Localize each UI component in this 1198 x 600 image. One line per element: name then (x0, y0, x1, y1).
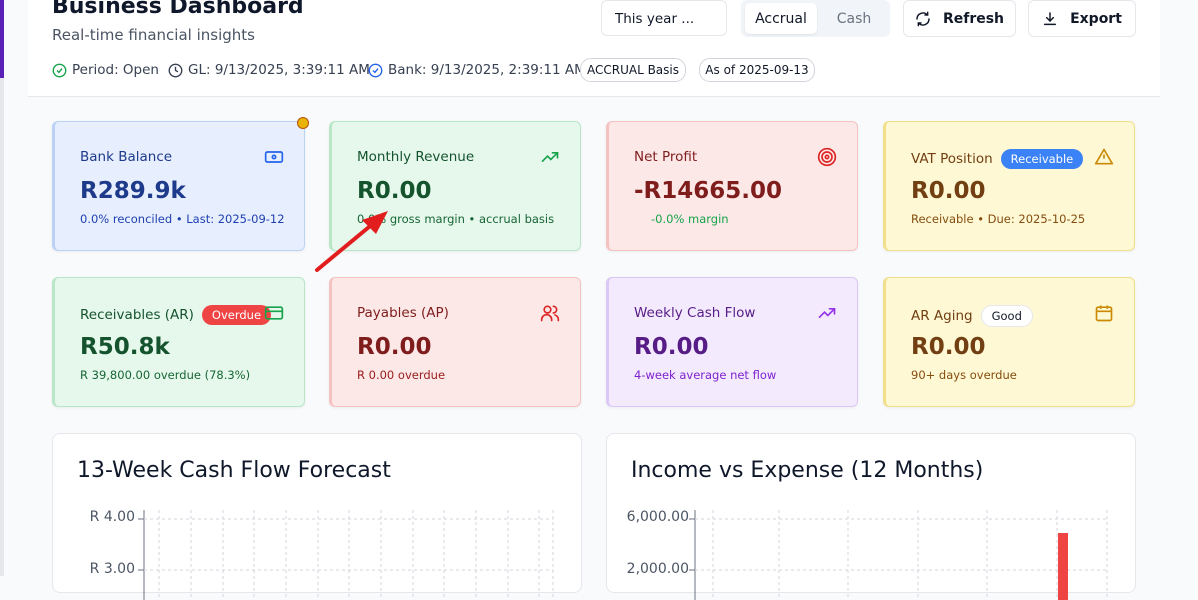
income-expense-panel: Income vs Expense (12 Months) 6,000.00 2… (606, 433, 1136, 600)
chart-title: Income vs Expense (12 Months) (631, 458, 984, 483)
expense-bar (1058, 533, 1068, 600)
chart-title: 13-Week Cash Flow Forecast (77, 458, 391, 483)
cash-flow-forecast-panel: 13-Week Cash Flow Forecast R 4.00 R 3.00 (52, 433, 582, 600)
forecast-grid (138, 510, 554, 600)
income-expense-grid (689, 510, 1108, 600)
y-tick-label: R 3.00 (89, 561, 135, 577)
y-tick-label: 6,000.00 (626, 509, 689, 525)
y-tick-label: R 4.00 (89, 509, 135, 525)
y-tick-label: 2,000.00 (626, 561, 689, 577)
